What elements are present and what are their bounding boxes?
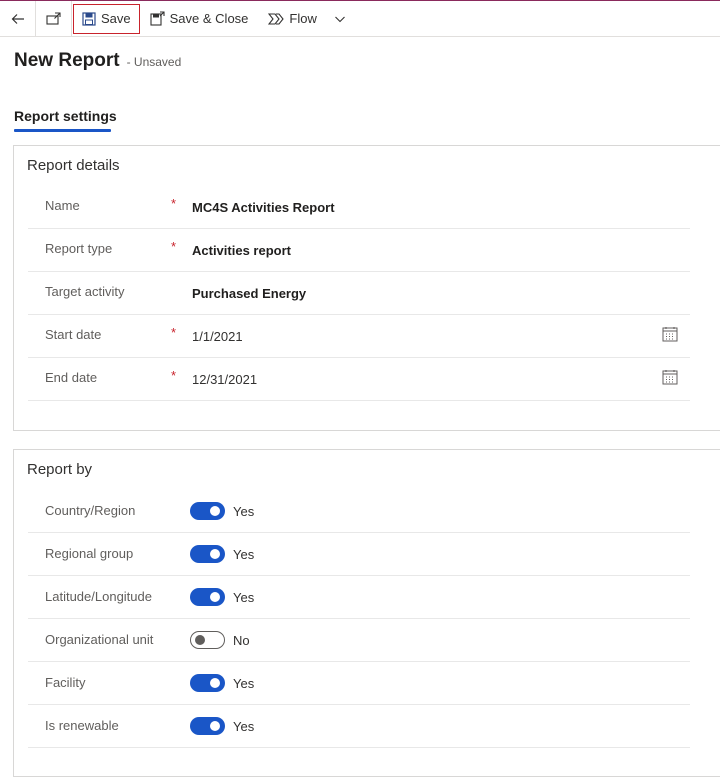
field-name: Name * MC4S Activities Report — [28, 186, 690, 229]
flow-icon — [268, 12, 285, 25]
field-report-type: Report type * Activities report — [28, 229, 690, 272]
target-activity-select[interactable]: Purchased Energy — [192, 286, 306, 301]
option-regional-group: Regional group Yes — [28, 533, 690, 576]
option-label: Regional group — [45, 546, 134, 561]
calendar-icon[interactable] — [662, 369, 678, 385]
option-label: Latitude/Longitude — [45, 589, 152, 604]
toggle-state: Yes — [233, 503, 255, 519]
back-arrow-icon — [11, 13, 24, 24]
field-label: Name — [45, 198, 80, 213]
report-by-options: Country/Region Yes Regional group Yes La… — [28, 490, 690, 748]
country-region-toggle[interactable] — [190, 502, 225, 520]
tab-report-settings[interactable]: Report settings — [14, 108, 117, 130]
flow-label: Flow — [289, 11, 317, 26]
save-and-close-label: Save & Close — [169, 11, 249, 26]
field-target-activity: Target activity Purchased Energy — [28, 272, 690, 315]
required-indicator: * — [171, 368, 177, 383]
end-date-input[interactable]: 12/31/2021 — [192, 372, 257, 387]
report-type-select[interactable]: Activities report — [192, 243, 291, 258]
toggle-state: Yes — [233, 675, 255, 691]
chevron-down-icon[interactable] — [334, 13, 346, 25]
option-country-region: Country/Region Yes — [28, 490, 690, 533]
toggle-state: Yes — [233, 589, 255, 605]
save-status: - Unsaved — [126, 55, 182, 69]
option-organizational-unit: Organizational unit No — [28, 619, 690, 662]
name-input[interactable]: MC4S Activities Report — [192, 200, 335, 215]
field-label: Report type — [45, 241, 113, 256]
save-and-close-icon — [150, 11, 165, 26]
calendar-icon[interactable] — [662, 326, 678, 342]
page-title: New Report — [14, 50, 120, 71]
flow-button[interactable]: Flow — [260, 4, 353, 34]
latitude-longitude-toggle[interactable] — [190, 588, 225, 606]
option-latitude-longitude: Latitude/Longitude Yes — [28, 576, 690, 619]
option-label: Is renewable — [45, 718, 119, 733]
field-start-date: Start date * 1/1/2021 — [28, 315, 690, 358]
report-details-section: Report details Name * MC4S Activities Re… — [13, 145, 720, 431]
save-and-close-button[interactable]: Save & Close — [142, 4, 257, 34]
save-button-label: Save — [101, 11, 131, 26]
required-indicator: * — [171, 239, 177, 254]
save-icon — [82, 11, 96, 26]
report-details-fields: Name * MC4S Activities Report Report typ… — [28, 186, 690, 401]
regional-group-toggle[interactable] — [190, 545, 225, 563]
field-end-date: End date * 12/31/2021 — [28, 358, 690, 401]
required-indicator: * — [171, 325, 177, 340]
section-title: Report by — [27, 461, 93, 478]
option-label: Organizational unit — [45, 632, 154, 647]
facility-toggle[interactable] — [190, 674, 225, 692]
field-label: End date — [45, 370, 98, 385]
toggle-state: Yes — [233, 718, 255, 734]
required-indicator: * — [171, 196, 177, 211]
section-title: Report details — [27, 157, 120, 174]
option-facility: Facility Yes — [28, 662, 690, 705]
toggle-state: No — [233, 632, 250, 648]
is-renewable-toggle[interactable] — [190, 717, 225, 735]
field-label: Target activity — [45, 284, 125, 299]
option-label: Country/Region — [45, 503, 136, 518]
command-bar: Save Save & Close Flow — [0, 1, 720, 37]
toggle-state: Yes — [233, 546, 255, 562]
option-label: Facility — [45, 675, 86, 690]
report-by-section: Report by Country/Region Yes Regional gr… — [13, 449, 720, 777]
save-button[interactable]: Save — [73, 3, 140, 34]
active-tab-indicator — [14, 129, 111, 132]
page-header: New Report - Unsaved — [14, 50, 181, 72]
option-is-renewable: Is renewable Yes — [28, 705, 690, 748]
organizational-unit-toggle[interactable] — [190, 631, 225, 649]
start-date-input[interactable]: 1/1/2021 — [192, 329, 243, 344]
field-label: Start date — [45, 327, 102, 342]
open-in-new-window-button[interactable] — [36, 1, 72, 36]
open-in-new-window-icon — [45, 11, 61, 25]
back-button[interactable] — [0, 1, 36, 36]
